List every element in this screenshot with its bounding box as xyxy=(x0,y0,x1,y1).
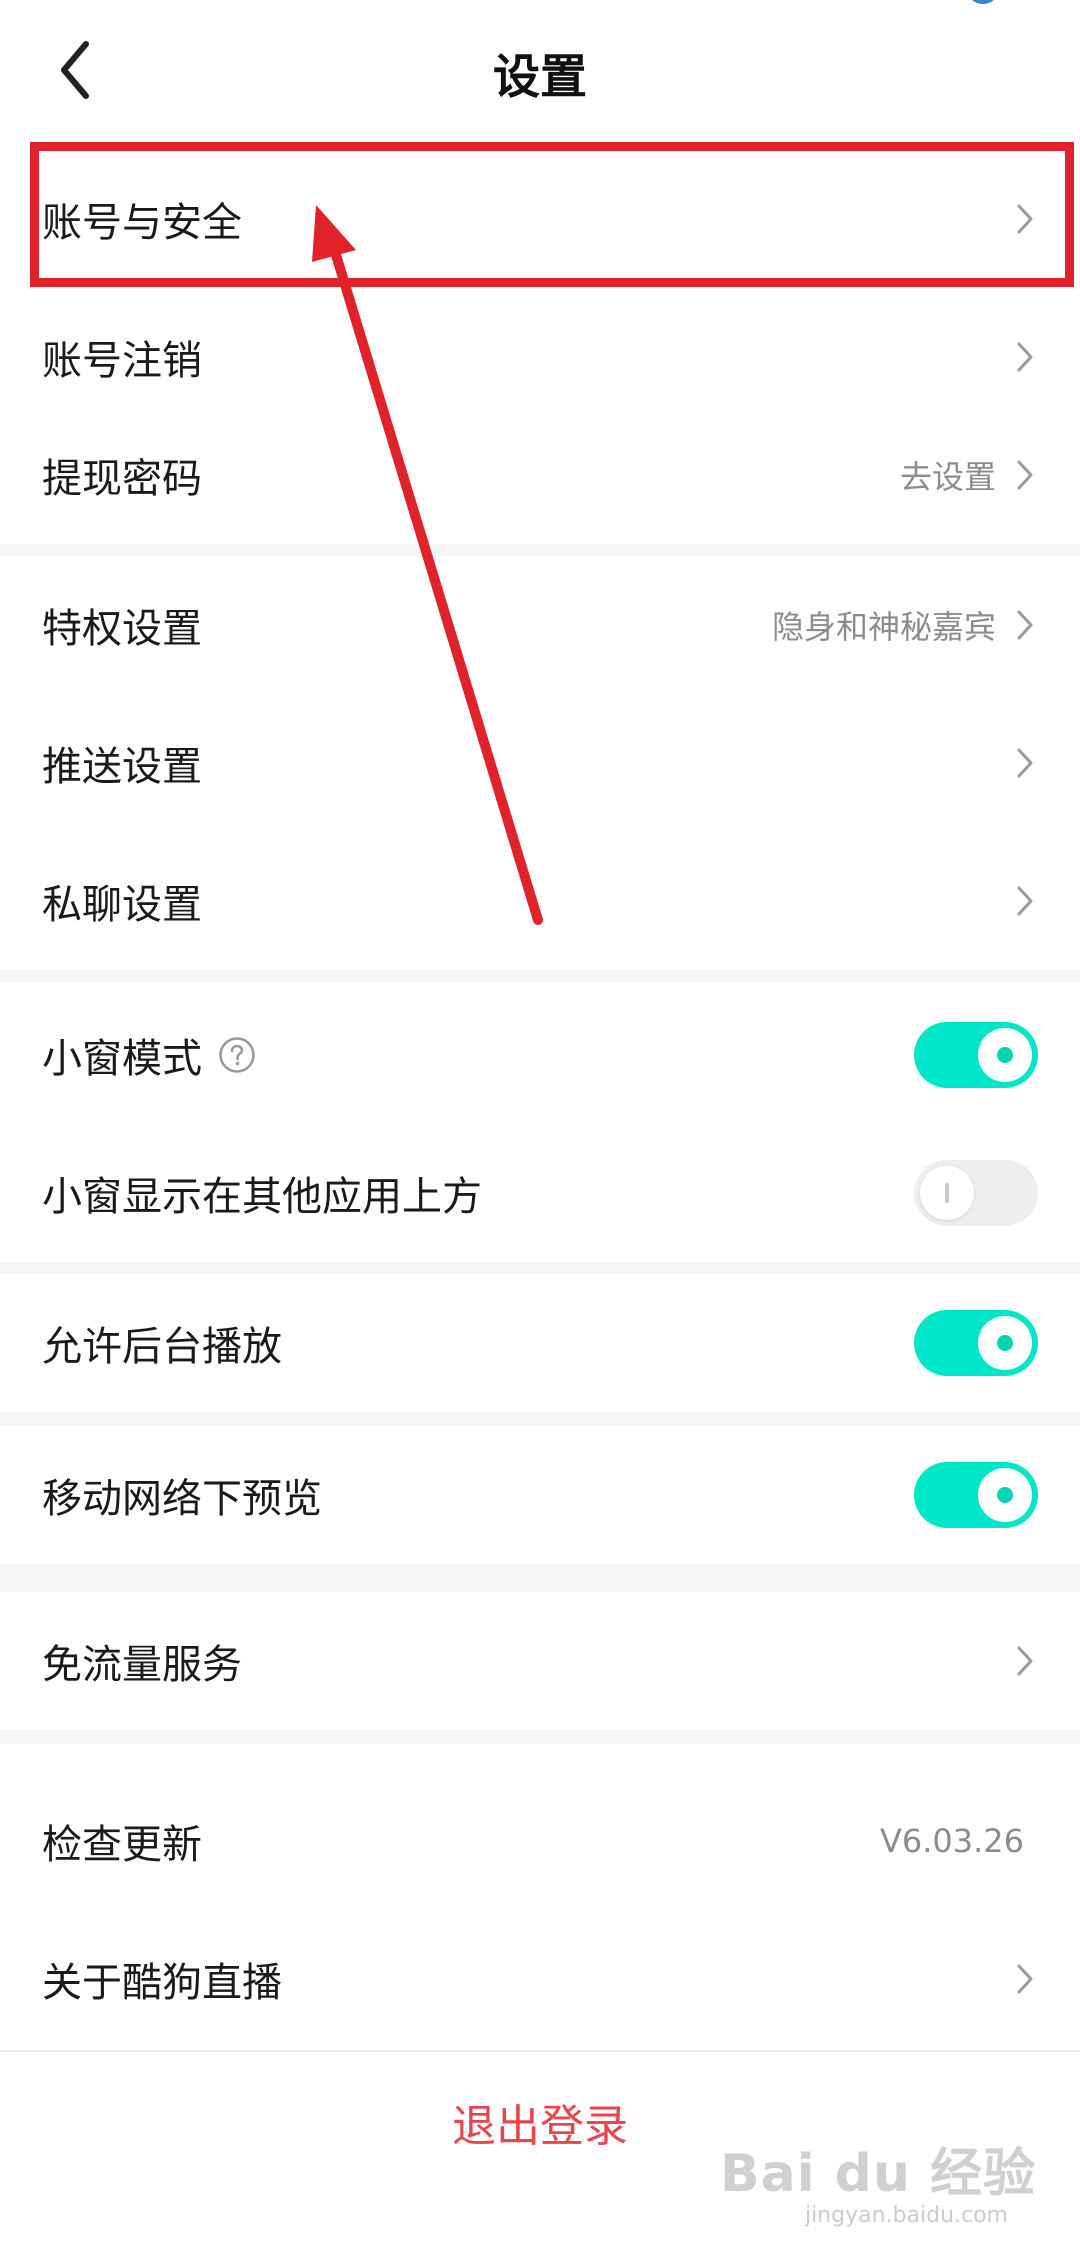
settings-item-private-chat[interactable]: 私聊设置 xyxy=(0,832,1080,970)
toggle-knob xyxy=(978,1468,1032,1522)
settings-item-mini-window: 小窗模式 xyxy=(0,986,1080,1124)
page-title: 设置 xyxy=(493,50,587,105)
item-label: 小窗显示在其他应用上方 xyxy=(42,1174,482,1220)
toggle-knob xyxy=(978,1316,1032,1370)
watermark-url: jingyan.baidu.com xyxy=(804,2203,1008,2228)
section-divider xyxy=(0,1262,1080,1274)
item-label: 私聊设置 xyxy=(42,882,202,928)
chevron-right-icon xyxy=(1017,886,1033,916)
mobile-preview-toggle[interactable] xyxy=(914,1462,1038,1528)
toggle-knob xyxy=(920,1166,974,1220)
settings-item-mobile-preview: 移动网络下预览 xyxy=(0,1426,1080,1564)
settings-item-free-data[interactable]: 免流量服务 xyxy=(0,1592,1080,1730)
nav-header: 设置 xyxy=(0,0,1080,140)
chevron-right-icon xyxy=(1017,1646,1033,1676)
settings-item-account-security[interactable]: 账号与安全 xyxy=(0,150,1080,288)
chevron-right-icon xyxy=(1017,342,1033,372)
item-value: 隐身和神秘嘉宾 xyxy=(771,608,996,646)
item-label: 提现密码 xyxy=(42,456,202,502)
item-label: 推送设置 xyxy=(42,744,202,790)
status-accent xyxy=(966,0,1000,4)
mini-window-overlay-toggle[interactable] xyxy=(914,1160,1038,1226)
settings-item-check-update[interactable]: 检查更新 V6.03.26 xyxy=(0,1772,1080,1910)
chevron-right-icon xyxy=(1017,1964,1033,1994)
help-icon[interactable] xyxy=(218,1036,256,1074)
item-value: 去设置 xyxy=(899,458,996,496)
background-play-toggle[interactable] xyxy=(914,1310,1038,1376)
section-divider xyxy=(0,1412,1080,1426)
settings-item-mini-window-overlay: 小窗显示在其他应用上方 xyxy=(0,1124,1080,1262)
chevron-right-icon xyxy=(1017,204,1033,234)
section-divider xyxy=(0,1730,1080,1744)
item-label: 特权设置 xyxy=(42,606,202,652)
chevron-right-icon xyxy=(1017,460,1033,490)
item-label: 账号注销 xyxy=(42,338,202,384)
settings-item-privilege[interactable]: 特权设置 隐身和神秘嘉宾 xyxy=(0,556,1080,694)
chevron-right-icon xyxy=(1017,748,1033,778)
settings-page: 设置 账号与安全 账号注销 提现密码 去设置 特权设置 隐身和神秘嘉宾 推送设置 xyxy=(0,0,1080,2253)
item-label: 检查更新 xyxy=(42,1822,202,1868)
settings-item-withdraw-password[interactable]: 提现密码 去设置 xyxy=(0,406,1080,544)
section-divider xyxy=(0,544,1080,556)
item-label: 关于酷狗直播 xyxy=(42,1960,282,2006)
section-divider xyxy=(0,1564,1080,1592)
settings-item-background-play: 允许后台播放 xyxy=(0,1274,1080,1412)
watermark: Bai du 经验 jingyan.baidu.com xyxy=(720,2131,1036,2241)
item-label: 免流量服务 xyxy=(42,1642,242,1688)
toggle-knob xyxy=(978,1028,1032,1082)
item-label: 移动网络下预览 xyxy=(42,1476,322,1522)
mini-window-toggle[interactable] xyxy=(914,1022,1038,1088)
item-label: 允许后台播放 xyxy=(42,1324,282,1370)
item-label: 小窗模式 xyxy=(42,1036,202,1082)
settings-item-push[interactable]: 推送设置 xyxy=(0,694,1080,832)
item-label: 账号与安全 xyxy=(42,200,242,246)
settings-item-about[interactable]: 关于酷狗直播 xyxy=(0,1910,1080,2048)
version-value: V6.03.26 xyxy=(879,1822,1024,1860)
watermark-logo: Bai du 经验 xyxy=(720,2144,1036,2204)
section-divider xyxy=(0,970,1080,982)
chevron-right-icon xyxy=(1017,610,1033,640)
